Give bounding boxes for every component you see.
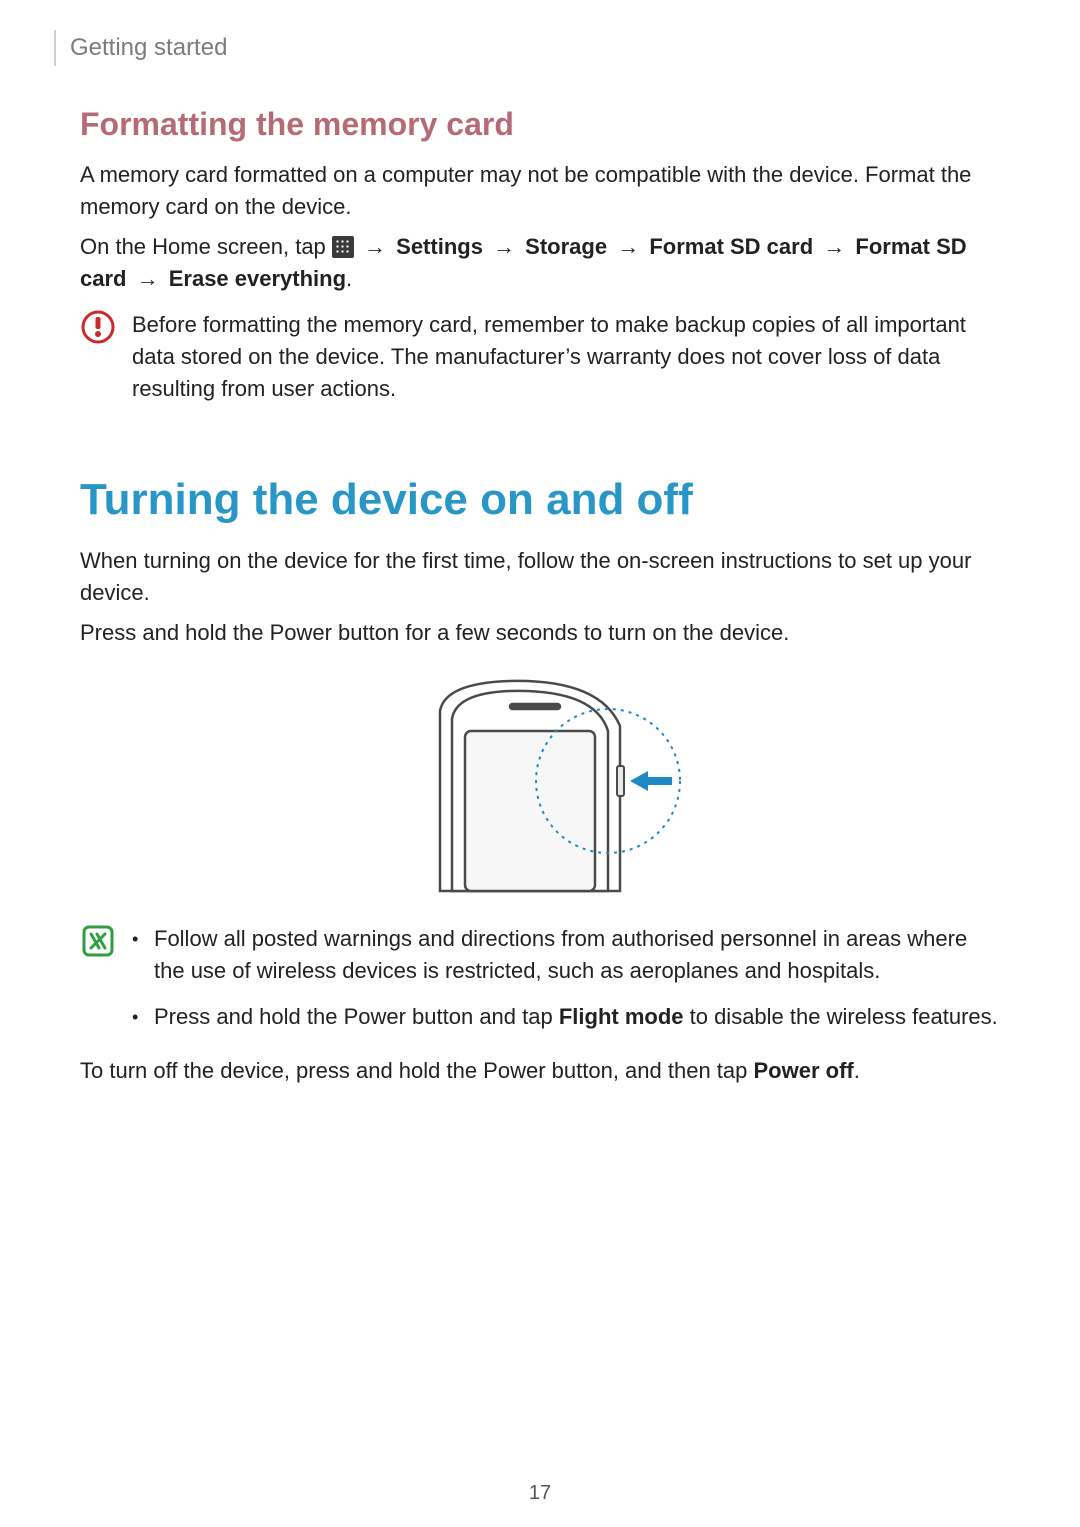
page: Getting started Formatting the memory ca…: [0, 0, 1080, 1527]
nav-storage: Storage: [525, 234, 607, 259]
nav-period: .: [346, 266, 352, 291]
power-button-illustration: [80, 671, 1000, 901]
turning-paragraph-3: To turn off the device, press and hold t…: [80, 1055, 1000, 1087]
note-bullet-2: Press and hold the Power button and tap …: [132, 1001, 1000, 1033]
apps-grid-icon: [332, 236, 354, 258]
turning-paragraph-2: Press and hold the Power button for a fe…: [80, 617, 1000, 649]
p3-a: To turn off the device, press and hold t…: [80, 1058, 754, 1083]
note-bullet-2-a: Press and hold the Power button and tap: [154, 1004, 559, 1029]
nav-format-sd-1: Format SD card: [649, 234, 813, 259]
caution-icon: [80, 309, 116, 405]
note-bullet-2-bold: Flight mode: [559, 1004, 684, 1029]
arrow-icon: →: [487, 234, 521, 259]
arrow-icon: →: [358, 234, 392, 259]
note-list: Follow all posted warnings and direction…: [132, 923, 1000, 1047]
p3-b: .: [854, 1058, 860, 1083]
arrow-icon: →: [817, 234, 851, 259]
formatting-heading: Formatting the memory card: [80, 106, 1000, 143]
caution-text: Before formatting the memory card, remem…: [132, 309, 1000, 405]
nav-erase: Erase everything: [169, 266, 346, 291]
nav-intro: On the Home screen, tap: [80, 234, 332, 259]
page-number: 17: [0, 1482, 1080, 1505]
note-callout: Follow all posted warnings and direction…: [80, 923, 1000, 1047]
header-section: Getting started: [80, 30, 1000, 66]
p3-bold: Power off: [754, 1058, 854, 1083]
note-bullet-2-b: to disable the wireless features.: [684, 1004, 998, 1029]
note-icon: [80, 923, 116, 1047]
arrow-icon: →: [611, 234, 645, 259]
formatting-paragraph-1: A memory card formatted on a computer ma…: [80, 159, 1000, 223]
arrow-icon: →: [130, 266, 164, 291]
turning-paragraph-1: When turning on the device for the first…: [80, 545, 1000, 609]
nav-settings: Settings: [396, 234, 483, 259]
section-title: Getting started: [54, 30, 1000, 66]
note-bullet-1: Follow all posted warnings and direction…: [132, 923, 1000, 987]
turning-heading: Turning the device on and off: [80, 475, 1000, 525]
body-content: Formatting the memory card A memory card…: [80, 106, 1000, 1087]
formatting-navigation-path: On the Home screen, tap → Settings → Sto…: [80, 231, 1000, 295]
caution-callout: Before formatting the memory card, remem…: [80, 309, 1000, 405]
